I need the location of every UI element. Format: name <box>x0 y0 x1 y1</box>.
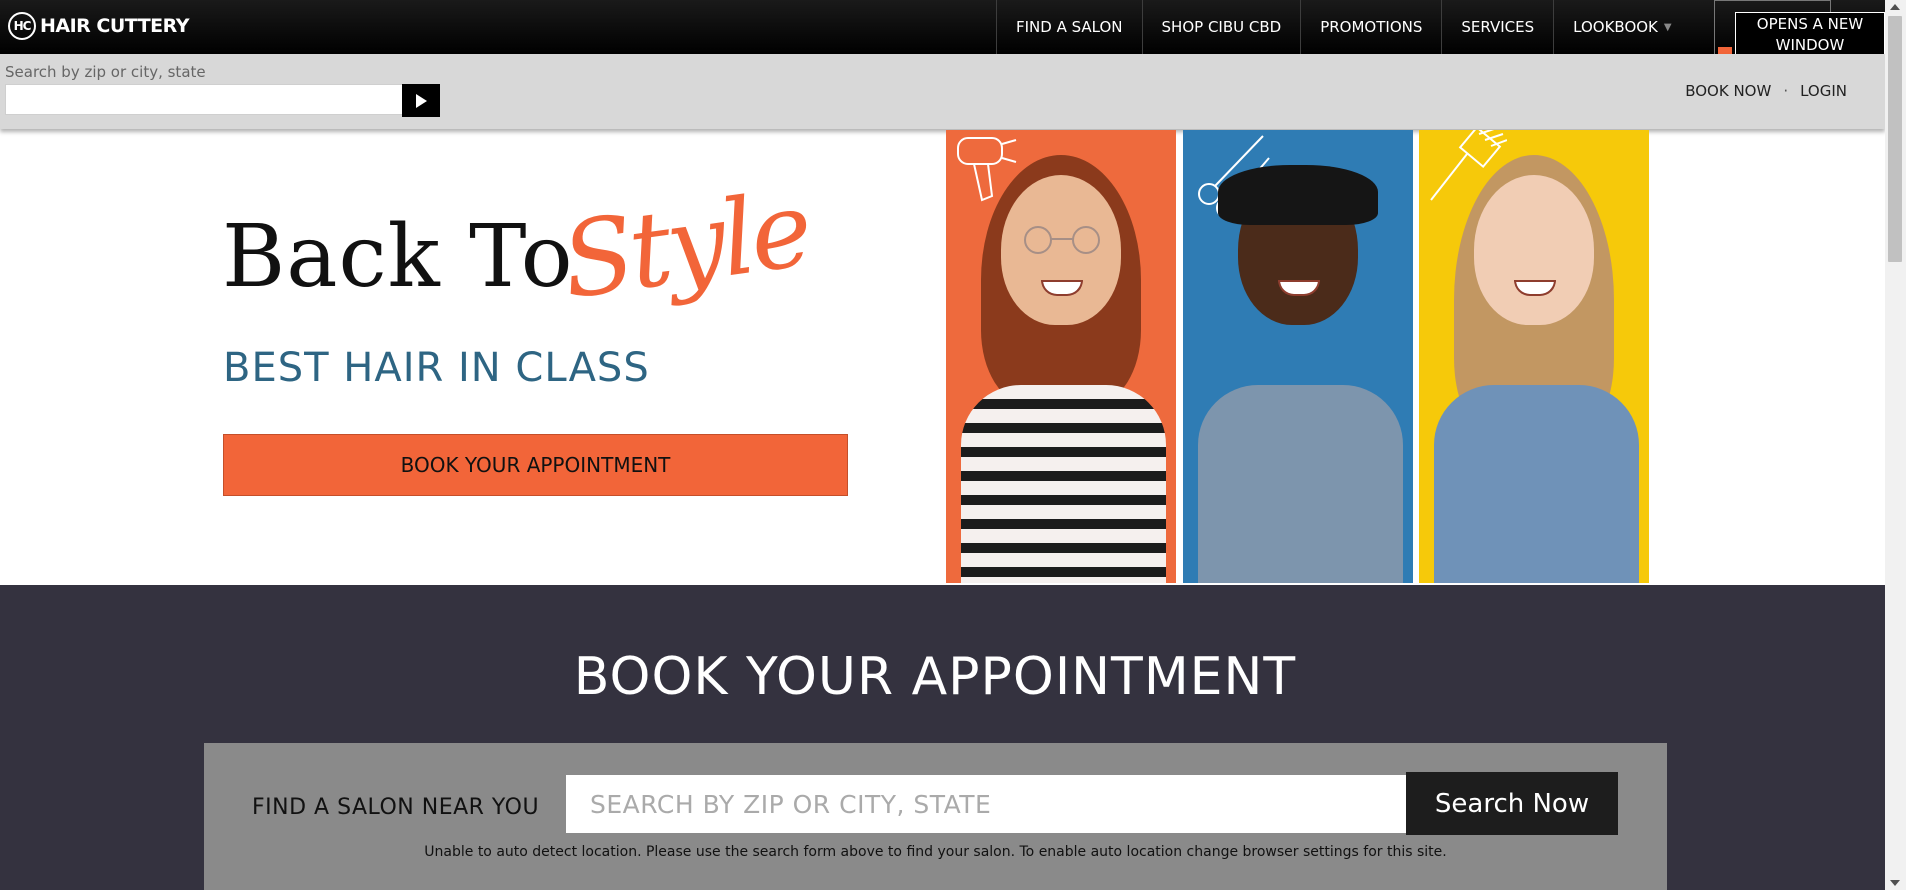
opens-new-window-tooltip: OPENS A NEW WINDOW <box>1735 12 1885 56</box>
face <box>1474 175 1594 325</box>
scroll-down-arrow-icon[interactable] <box>1890 880 1900 886</box>
accent-notch <box>1718 47 1732 54</box>
search-subbar: Search by zip or city, state BOOK NOW · … <box>0 54 1885 129</box>
denim-jacket <box>1434 385 1639 583</box>
section-title: BOOK YOUR APPOINTMENT <box>573 647 1297 707</box>
salon-search-input[interactable]: SEARCH BY ZIP OR CITY, STATE <box>566 775 1410 833</box>
hero-title: Back To <box>222 207 574 307</box>
salon-finder-box: FIND A SALON NEAR YOU SEARCH BY ZIP OR C… <box>204 743 1667 890</box>
top-navigation-bar: HC HAIR CUTTERY FIND A SALON SHOP CIBU C… <box>0 0 1885 54</box>
striped-shirt <box>961 385 1166 583</box>
nav-item-label: SHOP CIBU CBD <box>1161 18 1282 36</box>
vertical-scrollbar[interactable] <box>1885 0 1906 890</box>
hero-subtitle: BEST HAIR IN CLASS <box>223 345 650 391</box>
nav-item-label: LOOKBOOK <box>1573 18 1658 36</box>
glasses-icon <box>1024 226 1100 254</box>
book-appointment-section: BOOK YOUR APPOINTMENT FIND A SALON NEAR … <box>0 585 1885 890</box>
hero-script-word: Style <box>554 167 816 323</box>
nav-shop-cibu-cbd[interactable]: SHOP CIBU CBD <box>1141 0 1301 54</box>
scroll-up-arrow-icon[interactable] <box>1890 4 1900 10</box>
search-now-button[interactable]: Search Now <box>1406 772 1618 835</box>
brand-name: HAIR CUTTERY <box>40 15 189 37</box>
hero-photo-man-denim-jacket <box>1183 130 1413 583</box>
location-notice: Unable to auto detect location. Please u… <box>424 844 1447 860</box>
logo-mark-icon: HC <box>8 12 36 40</box>
scrollbar-thumb[interactable] <box>1888 16 1902 262</box>
finder-label: FIND A SALON NEAR YOU <box>252 795 540 820</box>
play-arrow-icon <box>415 93 427 108</box>
denim-jacket <box>1198 385 1403 583</box>
nav-item-label: PROMOTIONS <box>1320 18 1423 36</box>
nav-item-label: FIND A SALON <box>1016 18 1123 36</box>
hair-shape <box>1218 165 1378 225</box>
nav-find-a-salon[interactable]: FIND A SALON <box>996 0 1142 54</box>
nav-lookbook[interactable]: LOOKBOOK ▼ <box>1553 0 1690 54</box>
hero-photo-woman-curly-hair <box>946 130 1176 583</box>
login-link[interactable]: LOGIN <box>1800 82 1847 100</box>
subbar-search-label: Search by zip or city, state <box>5 63 206 81</box>
subbar-search-button[interactable] <box>402 84 440 117</box>
caret-down-icon: ▼ <box>1663 21 1672 33</box>
hero-book-appointment-button[interactable]: BOOK YOUR APPOINTMENT <box>223 434 848 496</box>
nav-item-label: SERVICES <box>1461 18 1535 36</box>
subbar-search-input[interactable] <box>5 84 403 115</box>
account-links: BOOK NOW · LOGIN <box>1685 82 1847 100</box>
book-now-link[interactable]: BOOK NOW <box>1685 82 1771 100</box>
nav-promotions[interactable]: PROMOTIONS <box>1300 0 1441 54</box>
brand-logo[interactable]: HC HAIR CUTTERY <box>8 11 189 41</box>
hero-photo-woman-long-hair <box>1419 130 1649 583</box>
link-separator: · <box>1783 82 1789 100</box>
nav-services[interactable]: SERVICES <box>1441 0 1553 54</box>
main-nav: FIND A SALON SHOP CIBU CBD PROMOTIONS SE… <box>996 0 1691 54</box>
